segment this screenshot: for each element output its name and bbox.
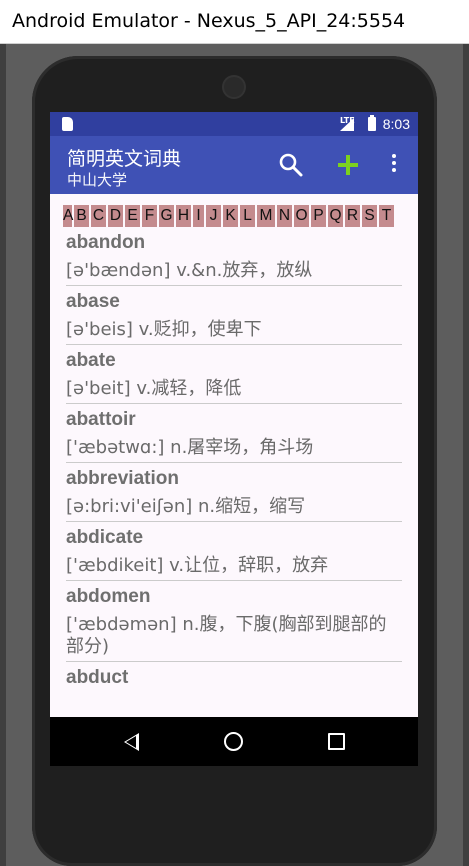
search-icon	[279, 153, 303, 177]
word-definition: [ə'bændən] v.&n.放弃，放纵	[66, 256, 402, 286]
overflow-menu-button[interactable]	[388, 154, 400, 176]
alpha-letter-e[interactable]: E	[125, 205, 140, 227]
word-definition: [ə'beit] v.减轻，降低	[66, 374, 402, 404]
word-title: abdicate	[66, 527, 144, 548]
alpha-letter-p[interactable]: P	[311, 205, 326, 227]
recent-apps-icon[interactable]	[328, 733, 345, 750]
alpha-letter-i[interactable]: I	[193, 205, 204, 227]
alpha-letter-b[interactable]: B	[74, 205, 89, 227]
alpha-letter-j[interactable]: J	[206, 205, 221, 227]
desktop-edge-right	[463, 44, 469, 866]
alpha-letter-l[interactable]: L	[240, 205, 255, 227]
alpha-letter-t[interactable]: T	[379, 205, 394, 227]
alpha-letter-n[interactable]: N	[277, 205, 292, 227]
desktop-edge-left	[0, 44, 6, 866]
list-item[interactable]: abbreviation [ə:bri:vi'eiʃən] n.缩短，缩写	[66, 463, 402, 522]
word-title: abase	[66, 291, 120, 312]
status-time: 8:03	[382, 116, 410, 132]
alpha-letter-m[interactable]: M	[257, 205, 275, 227]
alpha-letter-g[interactable]: G	[159, 205, 174, 227]
word-title: abandon	[66, 232, 146, 253]
device-screen: LTE 8:03 简明英文词典 中山大学 A B C D E F G H I J…	[50, 112, 418, 766]
navigation-bar	[50, 717, 418, 766]
list-item[interactable]: abate [ə'beit] v.减轻，降低	[66, 345, 402, 404]
alpha-letter-a[interactable]: A	[63, 205, 73, 227]
alpha-letter-d[interactable]: D	[108, 205, 123, 227]
search-button[interactable]	[278, 152, 304, 178]
list-item[interactable]: abattoir ['æbətwɑ:] n.屠宰场，角斗场	[66, 404, 402, 463]
emulator-title: Android Emulator - Nexus_5_API_24:5554	[12, 10, 406, 32]
word-list: abandon [ə'bændən] v.&n.放弃，放纵 abase [ə'b…	[50, 227, 418, 691]
main-content: A B C D E F G H I J K L M N O P Q R S T …	[50, 194, 418, 717]
list-item[interactable]: abase [ə'beis] v.贬抑，使卑下	[66, 286, 402, 345]
word-title: abduct	[66, 667, 129, 688]
back-icon[interactable]	[124, 733, 139, 751]
word-title: abbreviation	[66, 468, 179, 489]
word-definition: ['æbdikeit] v.让位，辞职，放弃	[66, 551, 402, 581]
overflow-menu-icon	[392, 154, 396, 158]
list-item[interactable]: abduct	[66, 662, 402, 691]
word-title: abate	[66, 350, 116, 371]
emulator-title-bar: Android Emulator - Nexus_5_API_24:5554	[0, 0, 469, 44]
word-definition: ['æbdəmən] n.腹，下腹(胸部到腿部的部分)	[66, 610, 402, 662]
app-title: 简明英文词典	[67, 148, 182, 170]
alpha-letter-r[interactable]: R	[345, 205, 360, 227]
network-type: LTE	[340, 116, 355, 125]
word-title: abdomen	[66, 586, 151, 607]
sd-card-icon	[62, 117, 73, 131]
alpha-letter-k[interactable]: K	[223, 205, 238, 227]
word-definition: [ə'beis] v.贬抑，使卑下	[66, 315, 402, 345]
alpha-letter-o[interactable]: O	[294, 205, 309, 227]
home-icon[interactable]	[224, 732, 243, 751]
front-camera	[224, 77, 244, 97]
list-item[interactable]: abdomen ['æbdəmən] n.腹，下腹(胸部到腿部的部分)	[66, 581, 402, 662]
alphabet-index: A B C D E F G H I J K L M N O P Q R S T	[63, 205, 418, 227]
list-item[interactable]: abandon [ə'bændən] v.&n.放弃，放纵	[66, 227, 402, 286]
word-definition: ['æbətwɑ:] n.屠宰场，角斗场	[66, 433, 402, 463]
list-item[interactable]: abdicate ['æbdikeit] v.让位，辞职，放弃	[66, 522, 402, 581]
alpha-letter-s[interactable]: S	[362, 205, 377, 227]
alpha-letter-h[interactable]: H	[176, 205, 191, 227]
alpha-letter-f[interactable]: F	[142, 205, 157, 227]
word-definition: [ə:bri:vi'eiʃən] n.缩短，缩写	[66, 492, 402, 522]
battery-icon	[368, 115, 376, 131]
alpha-letter-q[interactable]: Q	[328, 205, 343, 227]
word-title: abattoir	[66, 409, 136, 430]
add-button[interactable]	[336, 152, 360, 178]
alpha-letter-c[interactable]: C	[91, 205, 106, 227]
app-subtitle: 中山大学	[67, 171, 128, 189]
status-bar: LTE 8:03	[50, 112, 418, 136]
app-bar: 简明英文词典 中山大学	[50, 136, 418, 194]
